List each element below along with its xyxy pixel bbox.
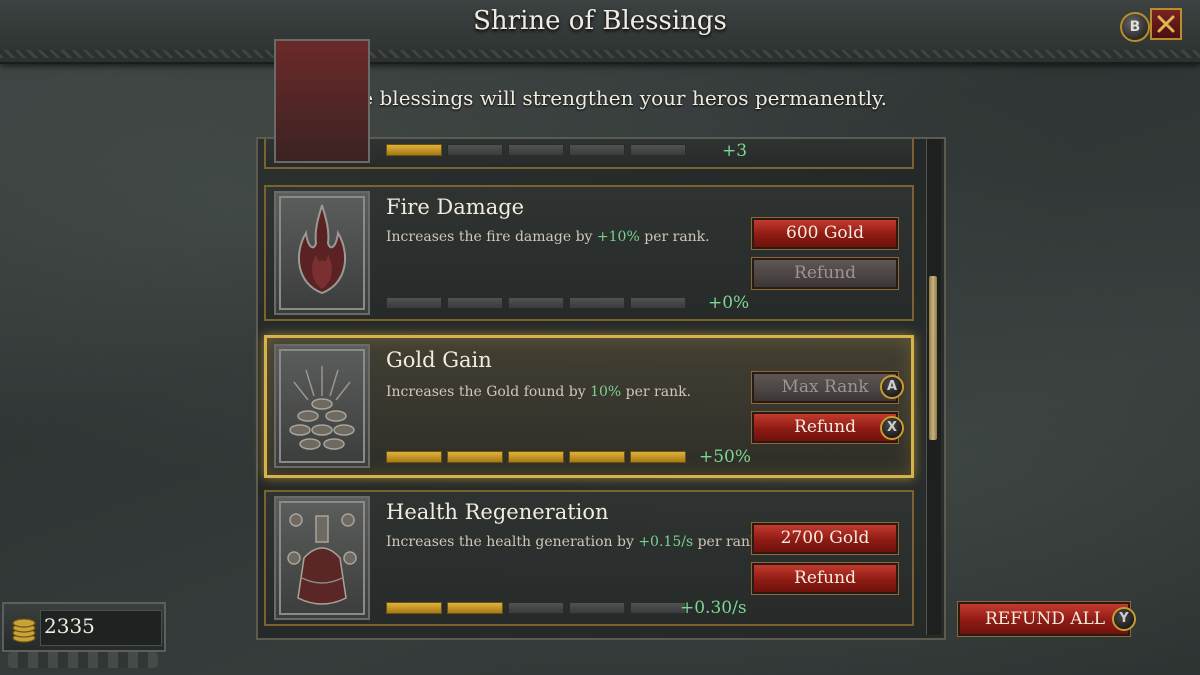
- b-button-prompt-icon[interactable]: B: [1120, 12, 1150, 42]
- blessing-card-partial[interactable]: +3: [264, 39, 914, 169]
- refund-button-disabled[interactable]: Refund: [751, 257, 899, 290]
- blessing-name: Gold Gain: [386, 348, 492, 372]
- rank-segment: [386, 297, 442, 309]
- title-bar: Shrine of Blessings: [0, 0, 1200, 64]
- refund-button[interactable]: Refund: [751, 562, 899, 595]
- blessing-art-icon: [274, 39, 370, 163]
- max-rank-button[interactable]: Max Rank: [751, 371, 899, 404]
- rank-segment: [569, 297, 625, 309]
- blessing-card-gold-gain[interactable]: Gold Gain Increases the Gold found by 10…: [264, 335, 914, 478]
- close-x-icon: [1157, 15, 1175, 33]
- blessing-bonus: +0%: [708, 293, 750, 313]
- rank-segment: [508, 451, 564, 463]
- blessing-name: Fire Damage: [386, 195, 525, 219]
- close-button[interactable]: [1150, 8, 1182, 40]
- rank-segment: [569, 602, 625, 614]
- title-bar-ornament: [0, 50, 1200, 58]
- blessing-description: Increases the fire damage by +10% per ra…: [386, 229, 710, 245]
- fire-blessing-icon: [274, 191, 370, 315]
- rank-segment: [447, 297, 503, 309]
- blessing-description: Increases the Gold found by 10% per rank…: [386, 384, 691, 400]
- blessing-bonus: +0.30/s: [680, 598, 747, 618]
- desc-value: +0.15/s: [638, 534, 694, 550]
- buy-button[interactable]: 600 Gold: [751, 217, 899, 250]
- rank-segment: [630, 602, 686, 614]
- desc-text: Increases the Gold found by: [386, 384, 591, 400]
- gold-panel-ornament: [8, 652, 158, 668]
- window-title: Shrine of Blessings: [473, 6, 727, 36]
- rank-segment: [386, 451, 442, 463]
- rank-segment: [630, 297, 686, 309]
- rank-bar: [386, 451, 686, 463]
- refund-all-button[interactable]: REFUND ALL: [957, 601, 1131, 637]
- blessing-bonus: +3: [722, 141, 748, 161]
- rank-segment: [569, 144, 625, 156]
- rank-bar: [386, 144, 686, 156]
- y-button-prompt-icon: Y: [1112, 607, 1136, 631]
- buy-button[interactable]: 2700 Gold: [751, 522, 899, 555]
- blessing-name: Health Regeneration: [386, 500, 609, 524]
- x-button-prompt-icon: X: [880, 416, 904, 440]
- desc-text: Increases the health generation by: [386, 534, 639, 550]
- refund-button[interactable]: Refund: [751, 411, 899, 444]
- rank-segment: [386, 602, 442, 614]
- rank-segment: [508, 144, 564, 156]
- gold-coins-blessing-icon: [274, 344, 370, 468]
- blessing-card-health-regeneration[interactable]: Health Regeneration Increases the health…: [264, 490, 914, 626]
- rank-segment: [386, 144, 442, 156]
- health-potion-blessing-icon: [274, 496, 370, 620]
- gold-amount: 2335: [44, 614, 95, 638]
- rank-segment: [447, 144, 503, 156]
- a-button-prompt-icon: A: [880, 375, 904, 399]
- blessing-bonus: +50%: [699, 447, 752, 467]
- rank-segment: [569, 451, 625, 463]
- rank-segment: [630, 144, 686, 156]
- desc-value: +10%: [596, 229, 640, 245]
- gold-coins-icon: [12, 618, 36, 643]
- rank-segment: [508, 297, 564, 309]
- desc-text: per rank.: [621, 384, 692, 400]
- blessing-description: Increases the health generation by +0.15…: [386, 534, 763, 550]
- rank-segment: [630, 451, 686, 463]
- rank-segment: [508, 602, 564, 614]
- blessing-card-fire-damage[interactable]: Fire Damage Increases the fire damage by…: [264, 185, 914, 321]
- desc-text: per rank.: [639, 229, 710, 245]
- rank-segment: [447, 451, 503, 463]
- rank-segment: [447, 602, 503, 614]
- scrollbar-thumb[interactable]: [929, 276, 937, 440]
- rank-bar: [386, 602, 686, 614]
- shrine-subtitle: These blessings will strengthen your her…: [312, 86, 887, 110]
- rank-bar: [386, 297, 686, 309]
- desc-text: Increases the fire damage by: [386, 229, 597, 245]
- desc-value: 10%: [590, 384, 622, 400]
